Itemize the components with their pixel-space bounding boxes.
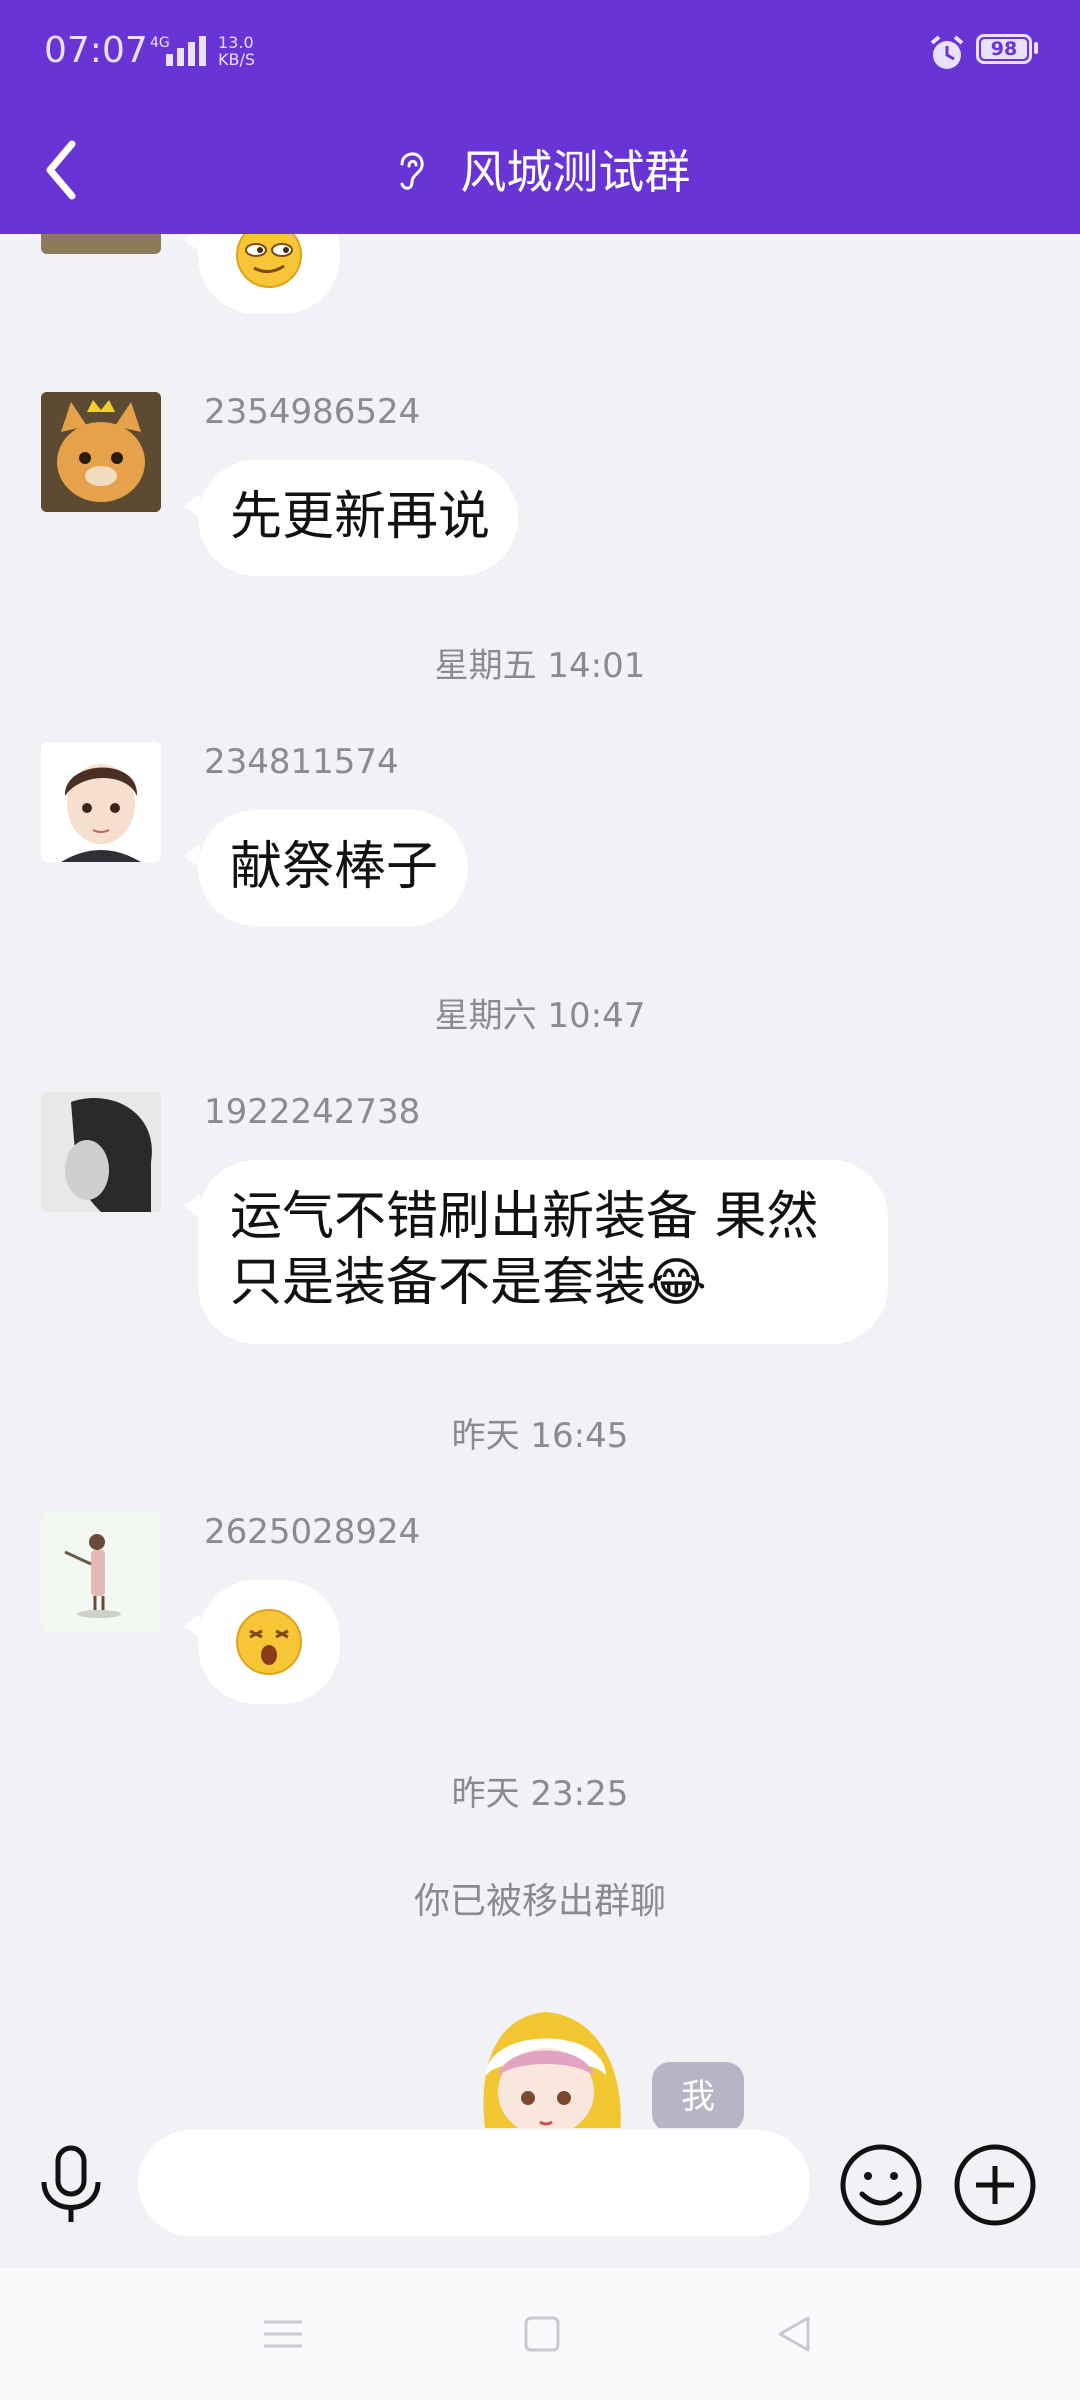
avatar[interactable] [41, 1092, 161, 1212]
cartoon-boy-avatar-image [41, 742, 161, 862]
message-input[interactable] [138, 2130, 810, 2236]
message-text: 献祭棒子 [230, 837, 439, 897]
sender-name: 234811574 [204, 742, 399, 782]
message-text-line: 运气不错刷出新装备 果然 [230, 1187, 819, 1247]
speed-unit: KB/S [218, 50, 256, 69]
chat-header: 风城测试群 [0, 106, 1080, 234]
speed-value: 13.0 [218, 33, 254, 52]
battery-icon: 98 [976, 34, 1032, 64]
avatar[interactable] [41, 392, 161, 512]
message-text: 先更新再说 [230, 487, 491, 547]
me-label: 我 [652, 2062, 744, 2128]
earpiece-icon[interactable] [390, 144, 430, 194]
avatar[interactable] [41, 234, 161, 254]
system-message: 你已被移出群聊 [413, 1881, 666, 1922]
sender-name: 1922242738 [204, 1092, 421, 1132]
cat-avatar-image [41, 392, 161, 512]
message-list[interactable]: 2354986524 先更新再说 星期五 14:01 234811574 献祭棒… [0, 234, 1080, 2128]
input-bar [0, 2128, 1080, 2268]
emoji-bubble[interactable] [184, 1580, 340, 1704]
nav-back-icon[interactable] [772, 2312, 816, 2356]
sender-name: 2625028924 [204, 1512, 421, 1552]
avatar[interactable] [41, 742, 161, 862]
menu-icon[interactable] [258, 2312, 308, 2356]
message-bubble[interactable]: 运气不错刷出新装备 果然 只是装备不是套装😂 [184, 1160, 888, 1344]
shocked-face-emoji [236, 1609, 302, 1675]
smug-face-emoji [236, 234, 302, 288]
avatar[interactable] [41, 1512, 161, 1632]
timestamp: 星期六 10:47 [434, 996, 646, 1036]
emoji-bubble[interactable] [184, 234, 340, 314]
message-text-line: 只是装备不是套装😂 [230, 1253, 707, 1313]
plus-icon[interactable] [952, 2142, 1038, 2228]
alarm-icon [930, 35, 964, 69]
system-nav-bar [0, 2268, 1080, 2400]
status-bar: 07:07 4G 13.0 KB/S 98 [0, 0, 1080, 106]
bw-portrait-avatar-image [41, 1092, 161, 1212]
sender-name: 2354986524 [204, 392, 421, 432]
chat-title: 风城测试群 [460, 145, 691, 199]
message-bubble[interactable]: 献祭棒子 [184, 810, 468, 926]
microphone-icon[interactable] [36, 2142, 106, 2226]
home-icon[interactable] [520, 2312, 564, 2356]
status-time: 07:07 [44, 30, 148, 71]
timestamp: 星期五 14:01 [434, 646, 646, 686]
emoji-icon[interactable] [838, 2142, 924, 2228]
my-avatar[interactable] [456, 2006, 636, 2128]
message-bubble[interactable]: 先更新再说 [184, 460, 518, 576]
signal-icon [166, 36, 206, 66]
girl-figure-avatar-image [41, 1512, 161, 1632]
timestamp: 昨天 23:25 [451, 1774, 629, 1814]
battery-level: 98 [990, 38, 1018, 60]
chat-title-area: 风城测试群 [0, 136, 1080, 202]
timestamp: 昨天 16:45 [451, 1416, 629, 1456]
network-speed: 13.0 KB/S [218, 34, 255, 68]
